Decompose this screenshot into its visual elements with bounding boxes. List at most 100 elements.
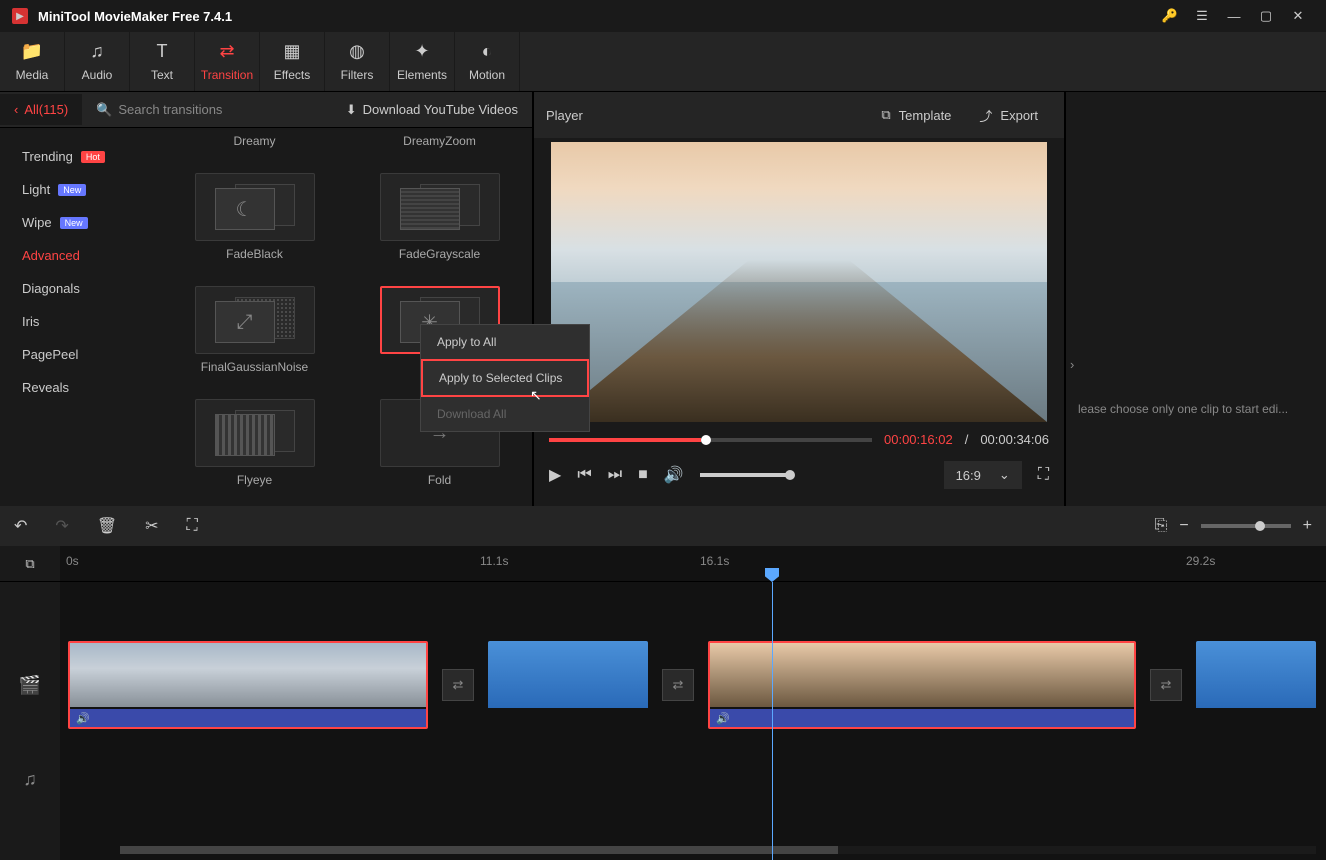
play-button[interactable]: ▶: [549, 465, 561, 485]
new-badge: New: [60, 217, 88, 229]
minimize-button[interactable]: —: [1218, 0, 1250, 32]
finalgaussian-thumb: ⤢: [195, 286, 315, 354]
close-button[interactable]: ✕: [1282, 0, 1314, 32]
fullscreen-button[interactable]: ⛶: [1038, 466, 1049, 484]
cat-trending[interactable]: TrendingHot: [0, 140, 152, 173]
export-icon: ⤴: [979, 106, 992, 125]
transitions-header: ‹All(115) 🔍Search transitions ⬇Download …: [0, 92, 532, 128]
ctx-apply-selected[interactable]: Apply to Selected Clips: [421, 359, 589, 397]
preview-still: [551, 142, 1047, 422]
new-badge: New: [58, 184, 86, 196]
video-track[interactable]: 🔊 ⇄ ⇄ 🔊 ⇄: [60, 638, 1326, 732]
time-duration: 00:00:34:06: [980, 432, 1049, 447]
transition-icon: ⇄: [219, 41, 234, 62]
crop-button[interactable]: ⛶: [187, 517, 198, 535]
chevron-left-icon: ‹: [14, 102, 18, 117]
tab-transition[interactable]: ⇄Transition: [195, 32, 260, 91]
split-button[interactable]: ✂: [145, 516, 158, 536]
template-button[interactable]: ⧉Template: [867, 107, 965, 123]
clip-4[interactable]: [1196, 641, 1316, 729]
speaker-icon: 🔊: [716, 712, 730, 725]
trans-fadegrayscale[interactable]: FadeGrayscale: [367, 173, 512, 274]
timeline: ⧉ 🎬 ♫ 0s 11.1s 16.1s 29.2s 🔊 ⇄ ⇄ 🔊 ⇄: [0, 546, 1326, 860]
transition-slot-1[interactable]: ⇄: [442, 669, 474, 701]
key-icon[interactable]: 🔑: [1154, 0, 1186, 32]
video-preview[interactable]: [541, 142, 1057, 422]
timeline-toolbar: ↶ ↷ 🗑 ✂ ⛶ ⎘ − +: [0, 506, 1326, 546]
next-frame-button[interactable]: ⏭: [608, 466, 622, 484]
progress-bar[interactable]: [549, 438, 872, 442]
undo-button[interactable]: ↶: [14, 516, 27, 536]
download-youtube[interactable]: ⬇Download YouTube Videos: [332, 102, 532, 118]
app-title: MiniTool MovieMaker Free 7.4.1: [38, 9, 1154, 24]
template-icon: ⧉: [881, 107, 890, 123]
audio-track-icon: ♫: [0, 732, 60, 826]
time-current: 00:00:16:02: [884, 432, 953, 447]
zoom-in-button[interactable]: +: [1303, 517, 1312, 535]
cat-advanced[interactable]: Advanced: [0, 239, 152, 272]
search-transitions[interactable]: 🔍Search transitions: [82, 102, 332, 118]
clip-2[interactable]: [488, 641, 648, 729]
trans-flyeye[interactable]: Flyeye: [182, 399, 327, 500]
zoom-out-button[interactable]: −: [1179, 517, 1188, 535]
maximize-button[interactable]: ▢: [1250, 0, 1282, 32]
player-panel: Player ⧉Template ⤴Export 00:00:16:02 / 0…: [534, 92, 1064, 506]
flyeye-thumb: [195, 399, 315, 467]
tab-text[interactable]: TText: [130, 32, 195, 91]
cat-reveals[interactable]: Reveals: [0, 371, 152, 404]
tab-elements[interactable]: ✦Elements: [390, 32, 455, 91]
transition-slot-2[interactable]: ⇄: [662, 669, 694, 701]
folder-icon: 📁: [21, 41, 43, 62]
timeline-ruler[interactable]: 0s 11.1s 16.1s 29.2s: [60, 546, 1326, 582]
player-title: Player: [546, 108, 867, 123]
category-list: TrendingHot LightNew WipeNew Advanced Di…: [0, 128, 152, 506]
chevron-right-icon[interactable]: ›: [1070, 357, 1074, 372]
aspect-ratio-select[interactable]: 16:9⌄: [944, 461, 1022, 489]
playhead[interactable]: [772, 568, 779, 860]
progress-handle[interactable]: [701, 435, 711, 445]
delete-button[interactable]: 🗑: [97, 516, 117, 536]
all-filter[interactable]: ‹All(115): [0, 94, 82, 125]
add-track-button[interactable]: ⧉: [0, 546, 60, 582]
ctx-apply-all[interactable]: Apply to All: [421, 325, 589, 359]
cat-light[interactable]: LightNew: [0, 173, 152, 206]
timeline-scrollbar[interactable]: [120, 846, 1316, 854]
tab-motion[interactable]: ◐Motion: [455, 32, 520, 91]
volume-icon[interactable]: 🔊: [664, 465, 684, 485]
fadeblack-thumb: ☾: [195, 173, 315, 241]
export-button[interactable]: ⤴Export: [965, 106, 1052, 125]
stop-button[interactable]: ■: [638, 466, 648, 484]
tab-filters[interactable]: ◍Filters: [325, 32, 390, 91]
prev-frame-button[interactable]: ⏮: [577, 466, 591, 484]
video-track-icon: 🎬: [0, 638, 60, 732]
trans-dreamy[interactable]: Dreamy: [182, 134, 327, 161]
properties-hint: lease choose only one clip to start edi.…: [1078, 402, 1288, 416]
transition-slot-3[interactable]: ⇄: [1150, 669, 1182, 701]
clip-1[interactable]: 🔊: [68, 641, 428, 729]
tab-media[interactable]: 📁Media: [0, 32, 65, 91]
title-bar: ▶ MiniTool MovieMaker Free 7.4.1 🔑 ☰ — ▢…: [0, 0, 1326, 32]
ctx-download-all[interactable]: Download All: [421, 397, 589, 431]
ruler-tick: 16.1s: [700, 554, 729, 568]
trans-dreamyzoom[interactable]: DreamyZoom: [367, 134, 512, 161]
tab-effects[interactable]: ▦Effects: [260, 32, 325, 91]
transitions-panel: ‹All(115) 🔍Search transitions ⬇Download …: [0, 92, 534, 506]
download-icon: ⬇: [346, 102, 357, 118]
cat-pagepeel[interactable]: PagePeel: [0, 338, 152, 371]
transitions-grid[interactable]: Dreamy DreamyZoom ☾FadeBlack FadeGraysca…: [152, 128, 532, 506]
menu-icon[interactable]: ☰: [1186, 0, 1218, 32]
filters-icon: ◍: [349, 41, 365, 62]
zoom-slider[interactable]: [1201, 524, 1291, 528]
tab-audio[interactable]: ♫Audio: [65, 32, 130, 91]
cat-iris[interactable]: Iris: [0, 305, 152, 338]
cat-wipe[interactable]: WipeNew: [0, 206, 152, 239]
volume-slider[interactable]: [700, 473, 790, 477]
trans-finalgaussian[interactable]: ⤢FinalGaussianNoise: [182, 286, 327, 387]
redo-button[interactable]: ↷: [55, 516, 68, 536]
cat-diagonals[interactable]: Diagonals: [0, 272, 152, 305]
properties-panel: › lease choose only one clip to start ed…: [1064, 92, 1326, 506]
fit-button[interactable]: ⎘: [1155, 517, 1168, 535]
trans-fadeblack[interactable]: ☾FadeBlack: [182, 173, 327, 274]
ruler-tick: 29.2s: [1186, 554, 1215, 568]
fadegrayscale-thumb: [380, 173, 500, 241]
